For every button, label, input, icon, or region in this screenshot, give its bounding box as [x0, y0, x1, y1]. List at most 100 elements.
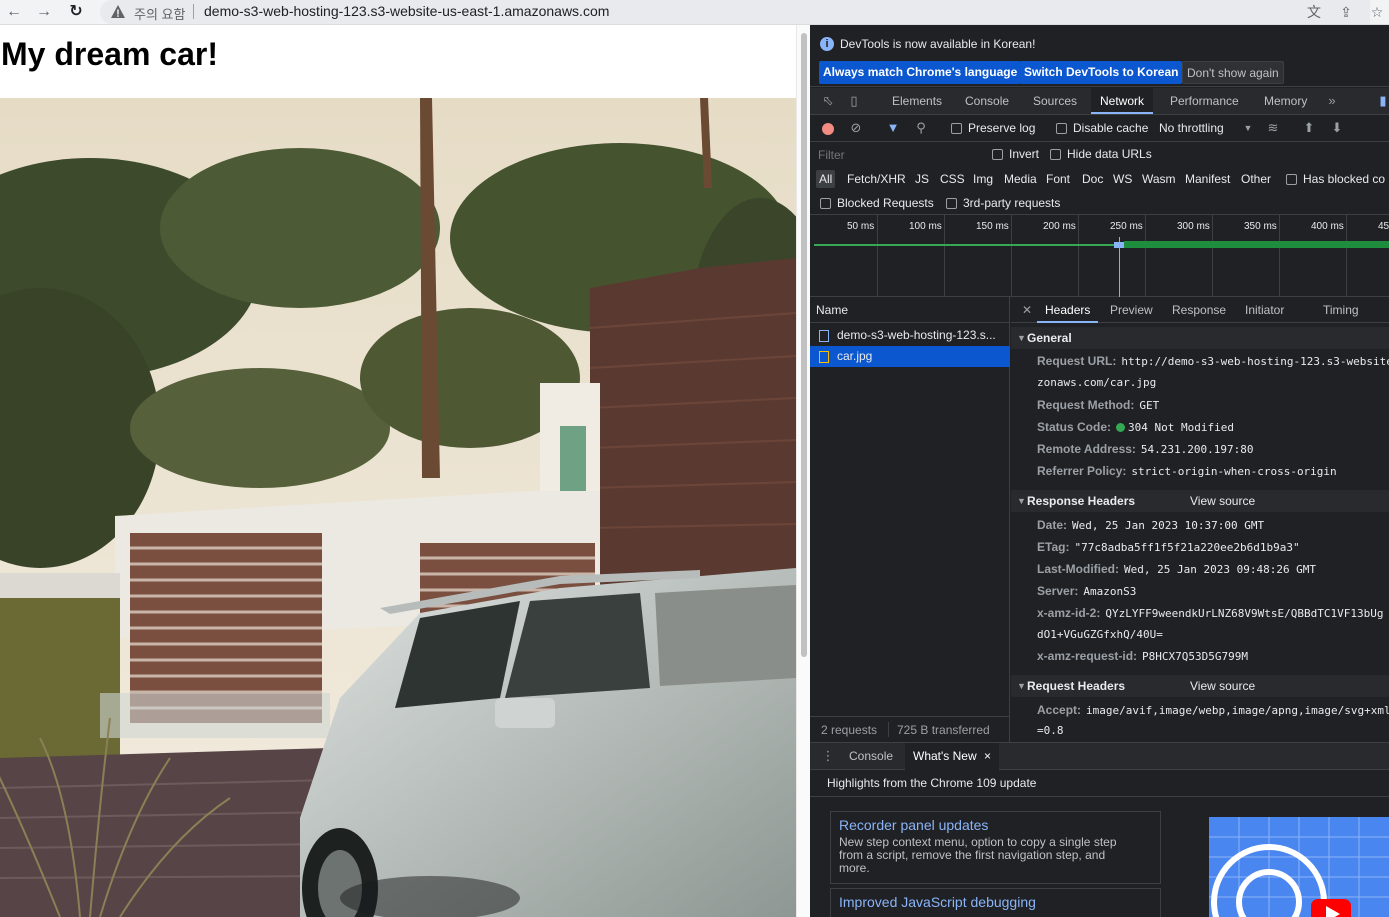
header-value: Wed, 25 Jan 2023 10:37:00 GMT	[1072, 519, 1265, 532]
header-row: Last-Modified: Wed, 25 Jan 2023 09:48:26 …	[1037, 559, 1316, 579]
type-filter-css[interactable]: CSS	[937, 170, 968, 188]
third-party-label: 3rd-party requests	[963, 196, 1061, 210]
tab-initiator[interactable]: Initiator	[1237, 297, 1292, 323]
type-filter-font[interactable]: Font	[1043, 170, 1073, 188]
dont-show-again-button[interactable]: Don't show again	[1182, 61, 1284, 84]
page-scrollbar-thumb[interactable]	[801, 33, 807, 657]
drawer-tab-bar: ⋮ Console What's New ×	[810, 742, 1389, 770]
has-blocked-cookies-checkbox[interactable]	[1286, 174, 1297, 185]
type-filter-doc[interactable]: Doc	[1079, 170, 1106, 188]
header-row: Status Code: 304 Not Modified	[1037, 417, 1234, 437]
header-key: Last-Modified:	[1037, 562, 1119, 576]
back-icon[interactable]: ←	[4, 2, 24, 22]
expand-triangle-icon: ▼	[1017, 333, 1026, 343]
type-filter-ws[interactable]: WS	[1110, 170, 1135, 188]
header-value: 304 Not Modified	[1128, 421, 1234, 434]
tab-preview[interactable]: Preview	[1102, 297, 1161, 323]
timeline-gridline	[1279, 215, 1280, 297]
preserve-log-checkbox[interactable]	[951, 123, 962, 134]
filter-icon[interactable]: ▼	[885, 120, 901, 136]
device-toolbar-icon[interactable]: ▯	[846, 93, 862, 109]
header-key: ETag:	[1037, 540, 1070, 554]
page-scrollbar[interactable]	[796, 25, 810, 917]
timeline-gridline	[1212, 215, 1213, 297]
tab-performance[interactable]: Performance	[1161, 88, 1248, 114]
security-label[interactable]: 주의 요함	[134, 4, 185, 23]
filter-row: Invert Hide data URLs	[810, 142, 1389, 167]
tab-elements[interactable]: Elements	[883, 88, 951, 114]
tab-network[interactable]: Network	[1091, 88, 1154, 114]
view-source-link[interactable]: View source	[1190, 490, 1255, 512]
header-value: AmazonS3	[1083, 585, 1137, 598]
request-row-car-jpg[interactable]: car.jpg	[810, 346, 1010, 367]
blocked-requests-checkbox[interactable]	[820, 198, 831, 209]
translate-icon[interactable]: 文	[1305, 3, 1323, 21]
third-party-checkbox[interactable]	[946, 198, 957, 209]
request-detail-pane: ✕ Headers Preview Response Initiator Tim…	[1011, 297, 1389, 742]
throttling-select[interactable]: No throttling	[1159, 121, 1224, 135]
hide-data-urls-checkbox[interactable]	[1050, 149, 1061, 160]
general-section-header[interactable]: ▼ General	[1011, 327, 1389, 349]
switch-korean-button[interactable]: Switch DevTools to Korean	[1020, 61, 1183, 84]
clear-icon[interactable]: ⊘	[848, 120, 864, 136]
name-column-header[interactable]: Name	[810, 297, 1010, 323]
more-tabs-icon[interactable]: »	[1324, 93, 1340, 109]
network-conditions-icon[interactable]: ≋	[1265, 120, 1281, 136]
import-har-icon[interactable]: ⬆	[1301, 120, 1317, 136]
warning-icon[interactable]	[110, 4, 126, 20]
issues-icon[interactable]: ▮	[1375, 93, 1389, 109]
bookmark-star-icon[interactable]: ☆	[1368, 3, 1386, 21]
header-value-continued: zonaws.com/car.jpg	[1037, 376, 1157, 389]
reload-icon[interactable]: ↻	[66, 2, 86, 22]
tab-console[interactable]: Console	[956, 88, 1018, 114]
share-icon[interactable]: ⇪	[1337, 3, 1355, 21]
type-filter-js[interactable]: JS	[912, 170, 932, 188]
export-har-icon[interactable]: ⬇	[1329, 120, 1345, 136]
tab-response[interactable]: Response	[1164, 297, 1234, 323]
url-text[interactable]: demo-s3-web-hosting-123.s3-website-us-ea…	[204, 3, 609, 19]
drawer-menu-icon[interactable]: ⋮	[820, 748, 836, 764]
disable-cache-checkbox[interactable]	[1056, 123, 1067, 134]
tab-sources[interactable]: Sources	[1024, 88, 1086, 114]
address-bar[interactable]: 주의 요함 demo-s3-web-hosting-123.s3-website…	[100, 0, 1370, 24]
tab-timing[interactable]: Timing	[1315, 297, 1367, 323]
forward-icon[interactable]: →	[34, 2, 54, 22]
feature-card[interactable]: Recorder panel updates New step context …	[830, 811, 1161, 884]
header-row: Referrer Policy: strict-origin-when-cross…	[1037, 461, 1337, 481]
type-filter-manifest[interactable]: Manifest	[1182, 170, 1233, 188]
type-filter-other[interactable]: Other	[1238, 170, 1274, 188]
drawer-tab-console[interactable]: Console	[841, 743, 901, 770]
header-row: Date: Wed, 25 Jan 2023 10:37:00 GMT	[1037, 515, 1264, 535]
request-name: demo-s3-web-hosting-123.s...	[837, 328, 996, 342]
type-filter-wasm[interactable]: Wasm	[1139, 170, 1179, 188]
invert-checkbox[interactable]	[992, 149, 1003, 160]
chevron-down-icon[interactable]: ▼	[1240, 120, 1256, 136]
view-source-link[interactable]: View source	[1190, 675, 1255, 697]
header-key: x-amz-request-id:	[1037, 649, 1138, 663]
request-row-document[interactable]: demo-s3-web-hosting-123.s...	[810, 325, 1010, 346]
type-filter-fetch-xhr[interactable]: Fetch/XHR	[844, 170, 909, 188]
inspect-element-icon[interactable]: ⬁	[820, 93, 836, 109]
tab-memory[interactable]: Memory	[1255, 88, 1316, 114]
search-icon[interactable]: ⚲	[913, 120, 929, 136]
request-headers-section-header[interactable]: ▼ Request Headers View source	[1011, 675, 1389, 697]
drawer-tab-whats-new[interactable]: What's New ×	[905, 743, 999, 770]
summary-divider	[888, 722, 889, 737]
type-filter-media[interactable]: Media	[1001, 170, 1040, 188]
feature-title[interactable]: Recorder panel updates	[839, 817, 1152, 833]
feature-card[interactable]: Improved JavaScript debugging	[830, 888, 1161, 917]
close-icon[interactable]: ×	[984, 749, 991, 763]
header-key: Server:	[1037, 584, 1079, 598]
feature-title[interactable]: Improved JavaScript debugging	[839, 894, 1152, 910]
record-icon[interactable]	[822, 123, 834, 135]
type-filter-img[interactable]: Img	[970, 170, 996, 188]
tab-headers[interactable]: Headers	[1037, 297, 1099, 323]
network-overview-timeline[interactable]: 50 ms 100 ms 150 ms 200 ms 250 ms 300 ms…	[810, 215, 1389, 297]
filter-input[interactable]	[814, 145, 978, 165]
match-language-button[interactable]: Always match Chrome's language	[819, 61, 1022, 84]
response-headers-section-header[interactable]: ▼ Response Headers View source	[1011, 490, 1389, 512]
expand-triangle-icon: ▼	[1017, 681, 1026, 691]
type-filter-all[interactable]: All	[816, 170, 836, 188]
transferred-size: 725 B transferred	[897, 723, 990, 737]
video-thumbnail[interactable]	[1209, 817, 1389, 917]
